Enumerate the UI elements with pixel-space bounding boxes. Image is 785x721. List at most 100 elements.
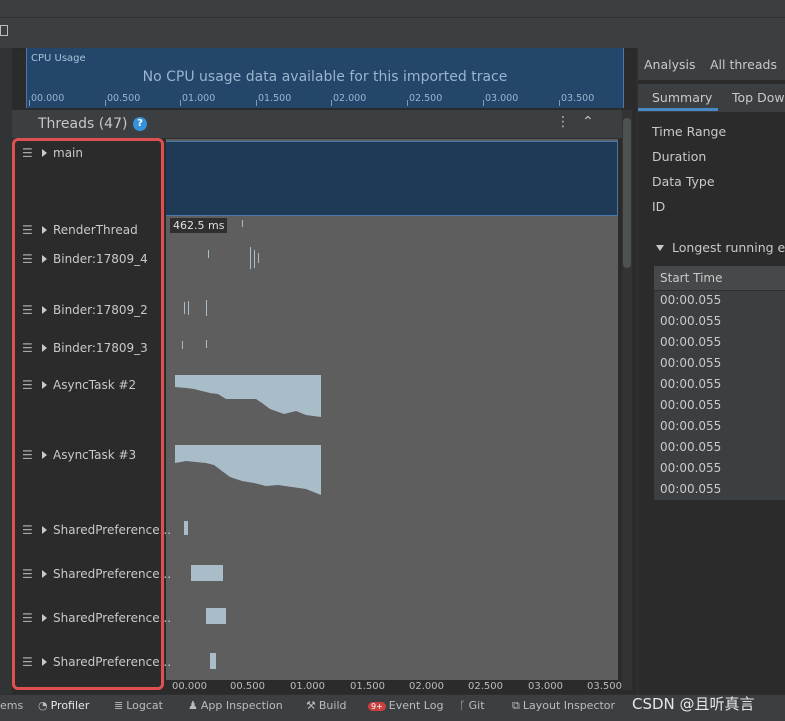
profiler-icon: ◔ xyxy=(38,699,48,712)
thread-activity-tracks xyxy=(173,142,322,669)
time-axis-tick: 00.000 xyxy=(172,681,207,692)
tab-all-threads[interactable]: All threads xyxy=(710,57,777,72)
table-row[interactable]: 00:00.055 xyxy=(660,293,721,307)
tool-profiler-label: Profiler xyxy=(50,699,90,712)
app-inspection-icon: ♟ xyxy=(188,699,198,712)
tab-summary[interactable]: Summary xyxy=(652,90,712,105)
binder-3-mark-1 xyxy=(182,341,183,349)
tool-layout-inspector-label: Layout Inspector xyxy=(522,699,616,712)
binder-2-mark-3 xyxy=(206,300,207,316)
tool-logcat-label: Logcat xyxy=(126,699,163,712)
tool-profiler[interactable]: ◔ Profiler xyxy=(38,699,89,712)
panel-toggle-icon[interactable] xyxy=(0,25,8,36)
table-row[interactable]: 00:00.055 xyxy=(660,461,721,475)
table-row[interactable]: 00:00.055 xyxy=(660,356,721,370)
cpu-usage-title: CPU Usage xyxy=(31,53,86,64)
cpu-axis-tick-mark xyxy=(105,100,106,106)
table-row[interactable]: 00:00.055 xyxy=(660,335,721,349)
asynctask-2-activity xyxy=(175,375,321,417)
table-row[interactable]: 00:00.055 xyxy=(660,377,721,391)
analysis-tabs: Analysis All threads xyxy=(638,48,785,80)
binder-4-mark-1 xyxy=(208,250,209,258)
tool-logcat[interactable]: ≣ Logcat xyxy=(114,699,163,712)
cpu-axis-tick: 00.500 xyxy=(107,93,141,104)
cpu-axis-tick: 03.000 xyxy=(485,93,519,104)
collapse-icon[interactable]: ⌃ xyxy=(582,114,594,130)
tool-app-inspection[interactable]: ♟ App Inspection xyxy=(188,699,283,712)
tool-app-inspection-label: App Inspection xyxy=(200,699,283,712)
active-tab-indicator xyxy=(638,108,718,111)
cpu-axis-tick-mark xyxy=(483,100,484,106)
cpu-axis-tick-mark xyxy=(559,100,560,106)
property-time-range: Time Range xyxy=(652,124,727,139)
time-axis-tick: 03.500 xyxy=(587,681,622,692)
tool-build[interactable]: ⚒ Build xyxy=(306,699,347,712)
time-axis-tick: 01.000 xyxy=(290,681,325,692)
analysis-panel: Analysis All threads Summary Top Dow Tim… xyxy=(637,48,785,694)
event-log-badge: 9+ xyxy=(368,702,386,711)
git-branch-icon: ᚴ xyxy=(459,699,466,712)
table-row[interactable]: 00:00.055 xyxy=(660,398,721,412)
analysis-subtabs: Summary Top Dow xyxy=(638,84,785,112)
time-axis-tick: 01.500 xyxy=(350,681,385,692)
tool-event-log[interactable]: 9+ Event Log xyxy=(368,699,443,712)
table-row[interactable]: 00:00.055 xyxy=(660,440,721,454)
tab-top-down[interactable]: Top Dow xyxy=(732,90,785,105)
tool-event-log-label: Event Log xyxy=(388,699,444,712)
help-icon[interactable]: ? xyxy=(133,117,147,131)
cpu-usage-panel: CPU Usage No CPU usage data available fo… xyxy=(26,48,624,108)
sharedpreference-3-activity xyxy=(206,608,226,624)
binder-4-mark-3 xyxy=(254,250,255,268)
window-top-strip xyxy=(0,0,785,17)
binder-2-mark-1 xyxy=(184,302,185,314)
more-options-icon[interactable]: ⋮ xyxy=(556,114,570,130)
tool-git-label: Git xyxy=(468,699,485,712)
property-id: ID xyxy=(652,199,666,214)
cpu-axis-tick: 02.500 xyxy=(409,93,443,104)
binder-4-mark-4 xyxy=(258,253,259,263)
cpu-axis-tick-mark xyxy=(256,100,257,106)
renderthread-mark xyxy=(242,220,243,227)
table-header-start-time[interactable]: Start Time xyxy=(654,266,785,291)
property-duration: Duration xyxy=(652,149,707,164)
property-data-type: Data Type xyxy=(652,174,715,189)
cpu-axis-tick-mark xyxy=(29,100,30,106)
tool-git[interactable]: ᚴ Git xyxy=(459,699,485,712)
layout-inspector-icon: ⧉ xyxy=(512,699,520,712)
cpu-axis-tick-mark xyxy=(180,100,181,106)
profiler-toolbar xyxy=(0,17,785,49)
cpu-axis-tick-mark xyxy=(331,100,332,106)
watermark: CSDN @且听真言 xyxy=(632,695,755,713)
logcat-icon: ≣ xyxy=(114,699,124,712)
longest-running-events-label[interactable]: Longest running eve xyxy=(672,240,785,255)
threads-timeline[interactable] xyxy=(166,139,618,680)
thread-list-highlight-box xyxy=(12,138,164,690)
time-axis-tick: 02.000 xyxy=(409,681,444,692)
threads-scrollbar-thumb[interactable] xyxy=(623,118,631,268)
table-row[interactable]: 00:00.055 xyxy=(660,482,721,496)
time-axis-tick: 03.000 xyxy=(528,681,563,692)
table-row[interactable]: 00:00.055 xyxy=(660,419,721,433)
cpu-axis-tick: 00.000 xyxy=(31,93,65,104)
threads-header: Threads (47) ? ⋮ ⌃ xyxy=(12,110,624,139)
sharedpreference-4-activity xyxy=(210,653,216,669)
expand-caret-icon[interactable] xyxy=(656,245,664,251)
binder-4-mark-2 xyxy=(250,247,251,269)
cpu-usage-message: No CPU usage data available for this imp… xyxy=(142,69,508,85)
table-row[interactable]: 00:00.055 xyxy=(660,314,721,328)
asynctask-3-activity xyxy=(175,445,321,495)
selection-duration-label: 462.5 ms xyxy=(170,218,228,233)
cpu-axis-tick: 01.500 xyxy=(258,93,292,104)
tool-problems[interactable]: ems xyxy=(0,699,23,712)
tab-analysis[interactable]: Analysis xyxy=(644,57,696,72)
tool-layout-inspector[interactable]: ⧉ Layout Inspector xyxy=(512,699,615,713)
cpu-axis-tick: 02.000 xyxy=(333,93,367,104)
longest-events-table: Start Time 00:00.055 00:00.055 00:00.055 00… xyxy=(654,266,785,500)
time-axis-tick: 02.500 xyxy=(468,681,503,692)
cpu-axis-tick: 01.000 xyxy=(182,93,216,104)
binder-2-mark-2 xyxy=(188,301,189,315)
cpu-axis-tick: 03.500 xyxy=(561,93,595,104)
time-axis-tick: 00.500 xyxy=(230,681,265,692)
binder-3-mark-2 xyxy=(206,340,207,348)
threads-title: Threads (47) xyxy=(38,116,128,132)
